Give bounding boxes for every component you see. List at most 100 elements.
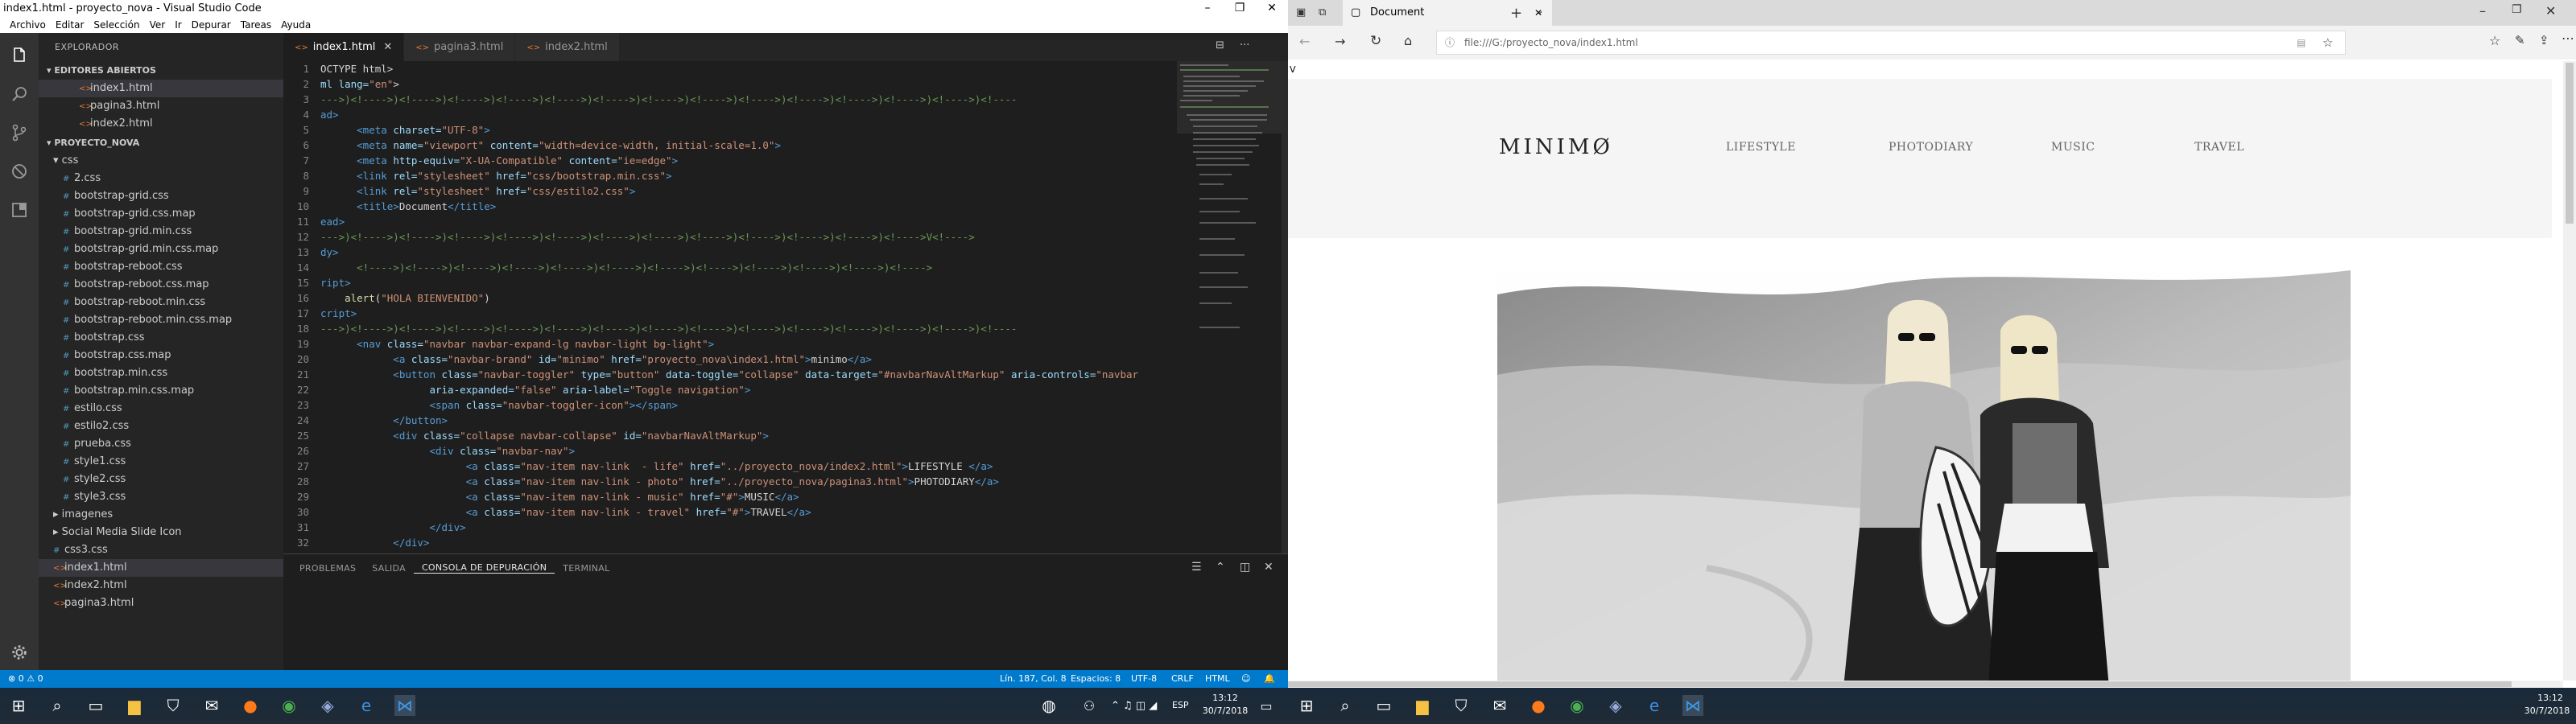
mail-icon-2[interactable]: ✉ — [1489, 695, 1510, 716]
menu-seleccion[interactable]: Selección — [89, 19, 144, 31]
tree-file[interactable]: # bootstrap.min.css — [39, 364, 283, 382]
nav-link-lifestyle[interactable]: LIFESTYLE — [1726, 141, 1796, 154]
taskbar-search-icon[interactable]: ⌕ — [47, 695, 68, 716]
cursor-position[interactable]: Lín. 187, Col. 8 — [1000, 670, 1067, 688]
editor-tab[interactable]: <> index2.html — [515, 33, 620, 61]
tree-file[interactable]: # bootstrap-grid.css — [39, 187, 283, 205]
tree-folder[interactable]: ▾ css — [39, 152, 283, 170]
encoding[interactable]: UTF-8 — [1131, 670, 1157, 688]
chrome-icon[interactable]: ◉ — [279, 695, 299, 716]
browser-hscrollbar[interactable] — [1288, 681, 2563, 688]
browser-scrollbar[interactable] — [2563, 61, 2576, 681]
more-icon[interactable]: ⋯ — [2562, 31, 2574, 46]
back-arrow-icon[interactable]: ← — [1299, 34, 1310, 49]
extensions-icon[interactable] — [8, 199, 31, 221]
tab-list-chevron-icon[interactable]: ⌄ — [1536, 5, 1544, 16]
tree-folder[interactable]: ▸ Social Media Slide Icon — [39, 524, 283, 541]
reading-view-icon[interactable]: ▤ — [2297, 31, 2306, 54]
clock-date-right[interactable]: 30/7/2018 — [2518, 705, 2576, 716]
menu-ayuda[interactable]: Ayuda — [276, 19, 316, 31]
firefox-icon-2[interactable]: ● — [1528, 695, 1549, 716]
edge-icon[interactable]: e — [356, 695, 377, 716]
task-view-icon-2[interactable]: ▭ — [1373, 695, 1394, 716]
nav-link-music[interactable]: MUSIC — [2051, 141, 2095, 154]
tab-terminal[interactable]: TERMINAL — [555, 563, 617, 574]
tree-file[interactable]: # bootstrap.min.css.map — [39, 382, 283, 400]
menu-editar[interactable]: Editar — [51, 19, 89, 31]
panel-maximize-icon[interactable]: ◫ — [1240, 561, 1250, 574]
tree-file[interactable]: # bootstrap-reboot.css.map — [39, 276, 283, 294]
open-editor-item[interactable]: <>index2.html — [39, 115, 283, 133]
cortana-icon[interactable]: ◍ — [1038, 695, 1059, 716]
code-editor[interactable]: 1 OCTYPE html> 2 ml lang="en"> 3 --->)<!----… — [283, 61, 1177, 553]
editor-tab[interactable]: <> index1.html ✕ — [283, 33, 405, 61]
menu-archivo[interactable]: Archivo — [5, 19, 51, 31]
language-indicator[interactable]: ESP — [1172, 700, 1189, 710]
source-control-icon[interactable] — [8, 121, 31, 144]
panel-close-icon[interactable]: ✕ — [1264, 561, 1274, 574]
open-editor-item[interactable]: <>index1.html — [39, 80, 283, 97]
file-explorer-icon-2[interactable]: ▆ — [1412, 695, 1433, 716]
browser-maximize-button[interactable]: ❐ — [2512, 3, 2522, 16]
notes-icon[interactable]: ✎ — [2515, 33, 2525, 47]
menu-ver[interactable]: Ver — [145, 19, 171, 31]
editor-scrollbar[interactable] — [1282, 61, 1288, 553]
favorites-icon[interactable]: ☆ — [2489, 33, 2500, 48]
app-icon[interactable]: ◈ — [317, 695, 338, 716]
more-actions-icon[interactable]: ··· — [1240, 39, 1249, 51]
tray-icons[interactable]: ⌃ ♫ ◫ ◢ — [1111, 700, 1157, 712]
tab-salida[interactable]: SALIDA — [364, 563, 414, 574]
explorer-icon[interactable] — [8, 44, 31, 67]
share-icon[interactable]: ⇪ — [2539, 33, 2549, 47]
split-editor-icon[interactable]: ⊟ — [1216, 39, 1224, 51]
file-explorer-icon[interactable]: ▆ — [124, 695, 145, 716]
browser-minimize-button[interactable]: – — [2479, 3, 2486, 19]
vscode-taskbar-icon[interactable]: ⋈ — [394, 695, 415, 716]
tree-file[interactable]: # bootstrap-grid.css.map — [39, 205, 283, 223]
tree-folder[interactable]: ▸ imagenes — [39, 506, 283, 524]
clock-date-left[interactable]: 30/7/2018 — [1196, 705, 1254, 716]
feedback-icon[interactable]: ☺ — [1241, 670, 1250, 688]
tab-problemas[interactable]: PROBLEMAS — [291, 563, 364, 574]
panel-collapse-icon[interactable]: ⌃ — [1216, 561, 1225, 574]
panel-filter-icon[interactable]: ☰ — [1191, 561, 1202, 574]
start-windows-icon-2[interactable]: ⊞ — [1296, 695, 1317, 716]
settings-gear-icon[interactable] — [8, 641, 31, 664]
tree-file[interactable]: # bootstrap-grid.min.css.map — [39, 241, 283, 258]
close-tab-icon[interactable]: ✕ — [383, 41, 392, 53]
address-bar[interactable]: ⓘ file:///G:/proyecto_nova/index1.html ▤… — [1436, 31, 2346, 55]
tree-file[interactable]: # bootstrap.css.map — [39, 347, 283, 364]
maximize-button[interactable]: ❐ — [1224, 0, 1256, 17]
store-icon[interactable]: ⛉ — [163, 695, 184, 716]
store-icon-2[interactable]: ⛉ — [1451, 695, 1472, 716]
line-ending[interactable]: CRLF — [1171, 670, 1194, 688]
tree-file[interactable]: # bootstrap-reboot.min.css.map — [39, 311, 283, 329]
set-tabs-aside-icon[interactable]: ▣ — [1296, 6, 1306, 19]
start-windows-icon[interactable]: ⊞ — [8, 695, 29, 716]
tree-file[interactable]: <>pagina3.html — [39, 594, 283, 612]
tab-consola-depuracion[interactable]: CONSOLA DE DEPURACIÓN — [413, 562, 555, 574]
indentation[interactable]: Espacios: 8 — [1071, 670, 1121, 688]
tree-file[interactable]: # css3.css — [39, 541, 283, 559]
menu-ir[interactable]: Ir — [170, 19, 186, 31]
home-icon[interactable]: ⌂ — [1404, 33, 1412, 48]
edge-icon-2[interactable]: e — [1644, 695, 1665, 716]
search-icon[interactable] — [8, 83, 31, 105]
nav-link-photodiary[interactable]: PHOTODIARY — [1889, 141, 1973, 154]
tree-file[interactable]: # style1.css — [39, 453, 283, 471]
tree-file[interactable]: # bootstrap-reboot.min.css — [39, 294, 283, 311]
chrome-icon-2[interactable]: ◉ — [1567, 695, 1587, 716]
menu-tareas[interactable]: Tareas — [236, 19, 276, 31]
tree-file[interactable]: # prueba.css — [39, 435, 283, 453]
problems-count[interactable]: ⊗ 0 ⚠ 0 — [8, 670, 43, 688]
tree-file[interactable]: #2.css — [39, 170, 283, 187]
minimize-button[interactable]: – — [1191, 0, 1224, 17]
tree-file[interactable]: # bootstrap.css — [39, 329, 283, 347]
tree-file[interactable]: # bootstrap-reboot.css — [39, 258, 283, 276]
tab-preview-icon[interactable]: ⧉ — [1319, 6, 1326, 19]
nav-link-travel[interactable]: TRAVEL — [2194, 141, 2244, 154]
task-view-icon[interactable]: ▭ — [85, 695, 106, 716]
editor-tab[interactable]: <> pagina3.html — [404, 33, 516, 61]
tree-file[interactable]: # style2.css — [39, 471, 283, 488]
menu-depurar[interactable]: Depurar — [187, 19, 236, 31]
